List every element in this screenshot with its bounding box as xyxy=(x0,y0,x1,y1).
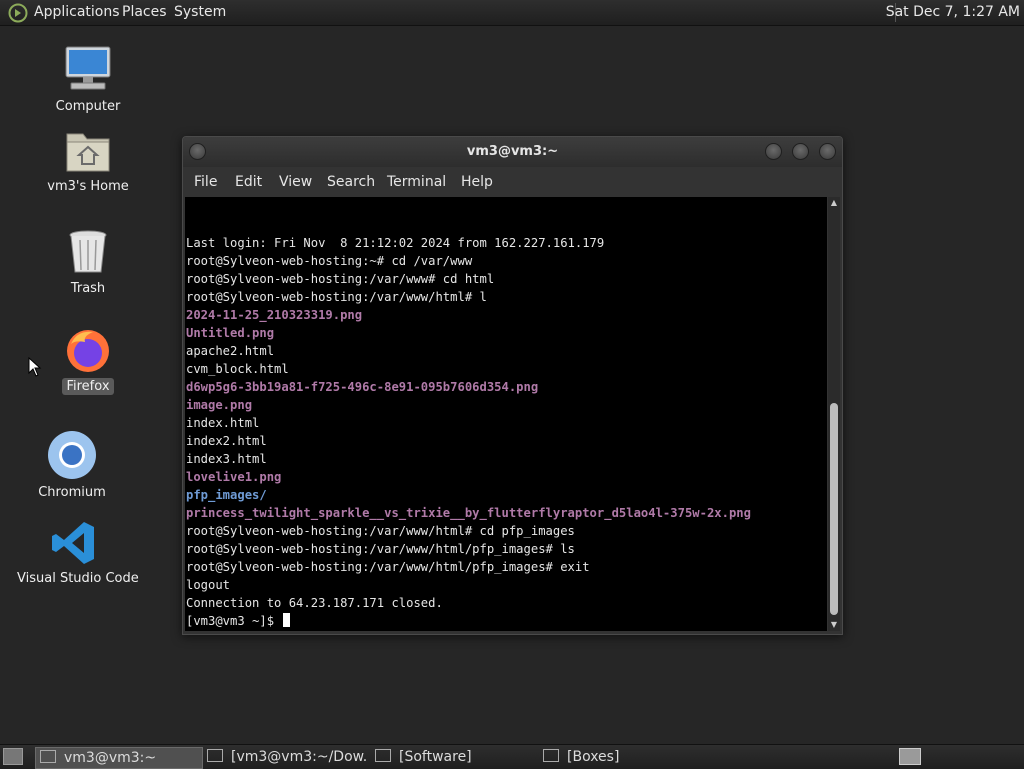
bottom-panel: vm3@vm3:~ [vm3@vm3:~/Dow... [Software] [… xyxy=(0,744,1024,769)
places-menu[interactable]: Places xyxy=(122,0,167,25)
desktop-icon-label: Trash xyxy=(70,281,106,296)
terminal-lines: Last login: Fri Nov 8 21:12:02 2024 from… xyxy=(186,234,751,630)
distro-logo-icon[interactable] xyxy=(8,3,28,23)
terminal-line: index2.html xyxy=(186,434,267,448)
terminal-line: root@Sylveon-web-hosting:~# cd /var/www xyxy=(186,254,473,268)
terminal-line: cvm_block.html xyxy=(186,362,289,376)
scroll-up-arrow-icon[interactable]: ▲ xyxy=(828,197,840,209)
system-menu[interactable]: System xyxy=(174,0,226,25)
terminal-line: root@Sylveon-web-hosting:/var/www/html# … xyxy=(186,524,575,538)
desktop-icon-label: vm3's Home xyxy=(47,179,129,194)
terminal-window[interactable]: vm3@vm3:~ File Edit View Search Terminal… xyxy=(182,136,843,635)
menu-help[interactable]: Help xyxy=(461,167,493,197)
desktop-icon-label: Chromium xyxy=(38,485,106,500)
terminal-line: image.png xyxy=(186,398,253,412)
menu-search[interactable]: Search xyxy=(327,167,375,197)
terminal-line: pfp_images/ xyxy=(186,488,267,502)
terminal-line: index.html xyxy=(186,416,260,430)
scrollbar-thumb[interactable] xyxy=(830,403,838,615)
terminal-line: index3.html xyxy=(186,452,267,466)
chromium-icon xyxy=(48,431,96,479)
terminal-line: Connection to 64.23.187.171 closed. xyxy=(186,596,443,610)
boxes-icon xyxy=(543,749,559,762)
window-title: vm3@vm3:~ xyxy=(466,144,559,159)
terminal-line: lovelive1.png xyxy=(186,470,282,484)
terminal-output[interactable]: Last login: Fri Nov 8 21:12:02 2024 from… xyxy=(185,197,827,631)
desktop-icon-label: Computer xyxy=(55,99,121,114)
taskbar-item-software[interactable]: [Software] xyxy=(371,747,534,767)
desktop-icon-home[interactable]: vm3's Home xyxy=(38,128,138,195)
terminal-line: root@Sylveon-web-hosting:/var/www/html# … xyxy=(186,290,487,304)
terminal-line: d6wp5g6-3bb19a81-f725-496c-8e91-095b7606… xyxy=(186,380,539,394)
maximize-button[interactable] xyxy=(792,143,809,160)
taskbar-item-boxes[interactable]: [Boxes] xyxy=(539,747,702,767)
terminal-icon xyxy=(40,750,56,763)
desktop-icon-label: Visual Studio Code xyxy=(17,571,139,586)
scroll-down-arrow-icon[interactable]: ▼ xyxy=(828,619,840,631)
software-icon xyxy=(375,749,391,762)
terminal-line: Last login: Fri Nov 8 21:12:02 2024 from… xyxy=(186,236,605,250)
desktop-icon-chromium[interactable]: Chromium xyxy=(22,430,122,501)
terminal-scrollbar[interactable]: ▲ ▼ xyxy=(828,197,840,631)
terminal-menubar: File Edit View Search Terminal Help xyxy=(183,167,842,197)
text-cursor xyxy=(283,613,291,627)
home-folder-icon xyxy=(66,133,110,172)
close-button[interactable] xyxy=(819,143,836,160)
vscode-icon xyxy=(52,522,94,564)
menu-terminal[interactable]: Terminal xyxy=(387,167,446,197)
clock[interactable]: Sat Dec 7, 1:27 AM xyxy=(886,0,1020,25)
terminal-line: root@Sylveon-web-hosting:/var/www/html/p… xyxy=(186,560,590,574)
terminal-line: 2024-11-25_210323319.png xyxy=(186,308,363,322)
computer-icon xyxy=(65,46,111,90)
taskbar-item-terminal-downloads[interactable]: [vm3@vm3:~/Dow... xyxy=(203,747,366,767)
desktop-icon-trash[interactable]: Trash xyxy=(38,228,138,297)
terminal-line: logout xyxy=(186,578,231,592)
desktop-icon-computer[interactable]: Computer xyxy=(38,44,138,115)
terminal-line: root@Sylveon-web-hosting:/var/www/html/p… xyxy=(186,542,575,556)
firefox-icon xyxy=(67,330,109,372)
terminal-line: Untitled.png xyxy=(186,326,275,340)
terminal-prompt-line[interactable]: [vm3@vm3 ~]$ xyxy=(186,612,751,630)
terminal-line: apache2.html xyxy=(186,344,275,358)
desktop-icon-firefox[interactable]: Firefox xyxy=(38,326,138,395)
terminal-line: root@Sylveon-web-hosting:/var/www# cd ht… xyxy=(186,272,495,286)
terminal-line: princess_twilight_sparkle__vs_trixie__by… xyxy=(186,506,751,520)
terminal-icon xyxy=(207,749,223,762)
minimize-button[interactable] xyxy=(765,143,782,160)
show-desktop-icon[interactable] xyxy=(3,748,23,765)
shell-prompt: [vm3@vm3 ~]$ xyxy=(186,614,282,628)
desktop-icon-vscode[interactable]: Visual Studio Code xyxy=(14,520,139,587)
desktop-icon-label: Firefox xyxy=(62,378,114,395)
menu-file[interactable]: File xyxy=(194,167,217,197)
mouse-pointer-icon xyxy=(28,357,42,377)
taskbar-item-terminal[interactable]: vm3@vm3:~ xyxy=(35,747,203,769)
workspace-switcher[interactable] xyxy=(899,748,921,765)
applications-menu[interactable]: Applications xyxy=(34,0,120,25)
top-panel: Applications Places System Sat Dec 7, 1:… xyxy=(0,0,1024,26)
menu-edit[interactable]: Edit xyxy=(235,167,262,197)
window-titlebar[interactable]: vm3@vm3:~ xyxy=(183,137,842,167)
trash-icon xyxy=(69,230,107,273)
menu-view[interactable]: View xyxy=(279,167,312,197)
